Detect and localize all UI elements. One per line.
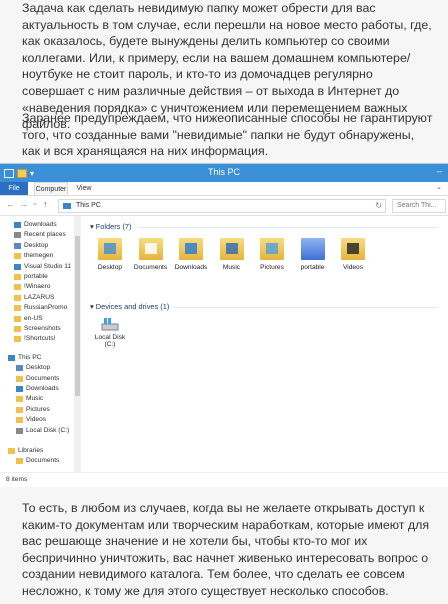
folder-icon: [8, 448, 15, 454]
folder-tile-documents[interactable]: Documents: [131, 238, 171, 278]
ribbon: File Computer View ⌄: [0, 182, 448, 196]
nav-item-label: This PC: [18, 353, 42, 361]
folder-icon: [14, 315, 21, 322]
folder-tile-desktop[interactable]: Desktop: [90, 238, 130, 278]
search-input[interactable]: Search Thi...: [392, 199, 446, 213]
folder-icon: [14, 242, 21, 249]
nav-item-label: themegen: [24, 252, 54, 260]
minimize-button[interactable]: –: [437, 166, 442, 176]
recent-locations-button[interactable]: ⌄: [32, 199, 38, 207]
folder-icon: [14, 253, 21, 260]
documents-folder-icon: [138, 238, 163, 260]
nav-item-label: en-US: [24, 314, 43, 322]
address-field[interactable]: This PC ↻: [58, 199, 386, 213]
folder-tile-portable[interactable]: portable: [293, 238, 333, 278]
folder-icon: [16, 386, 23, 392]
conclusion-paragraph: То есть, в любом из случаев, когда вы не…: [22, 501, 430, 598]
drive-label-line2: (C:): [104, 341, 116, 348]
nav-item-label: Documents: [26, 457, 60, 465]
folder-icon: [16, 427, 23, 434]
tab-file[interactable]: File: [0, 182, 28, 195]
nav-item-label: Visual Studio 11: [24, 262, 72, 270]
folder-icon: [14, 222, 21, 228]
nav-item-label: Downloads: [26, 385, 59, 392]
address-bar-row: ← → ⌄ ↑ This PC ↻ Search Thi...: [0, 196, 448, 216]
hard-drive-icon: [100, 316, 120, 332]
folder-tile-downloads[interactable]: Downloads: [171, 238, 211, 278]
videos-folder-icon: [341, 238, 365, 260]
folder-icon: [14, 305, 21, 312]
nav-item-label: !Shortcuts!: [24, 335, 56, 343]
folder-icon: [14, 274, 21, 280]
this-pc-icon: [63, 203, 71, 209]
refresh-button[interactable]: ↻: [375, 200, 382, 212]
nav-item-label: RussianPromo: [24, 304, 68, 312]
status-bar: 8 items: [0, 472, 448, 487]
nav-item-label: Screenshots: [24, 325, 61, 332]
nav-item-label: Videos: [26, 416, 47, 424]
folder-icon: [14, 326, 21, 332]
nav-item-label: Music: [26, 395, 44, 403]
up-button[interactable]: ↑: [43, 199, 48, 209]
content-area: ▾ Folders (7) ▾ Devices and drives (1) L…: [84, 216, 446, 472]
folder-label: Videos: [342, 264, 364, 271]
devices-divider: [174, 307, 438, 308]
folder-tile-videos[interactable]: Videos: [333, 238, 373, 278]
navigation-pane: Downloads Recent places Desktop themegen Vis…: [0, 216, 82, 472]
folder-icon: [14, 284, 21, 291]
nav-item-label: portable: [24, 273, 48, 280]
devices-section-header[interactable]: ▾ Devices and drives (1): [90, 302, 169, 311]
nav-item-label: !Winaero: [24, 283, 51, 291]
folder-tile-pictures[interactable]: Pictures: [252, 238, 292, 278]
nav-item-label: Pictures: [26, 405, 50, 413]
folder-icon: [16, 396, 23, 403]
explorer-window: ▾ This PC – File Computer View ⌄ ← → ⌄ ↑…: [0, 164, 448, 487]
folder-icon: [16, 365, 23, 372]
folders-header-label: Folders (7): [95, 222, 132, 231]
window-title: This PC: [207, 167, 240, 177]
nav-item-label: LAZARUS: [24, 293, 55, 301]
devices-header-label: Devices and drives (1): [95, 302, 170, 311]
warning-paragraph: Заранее предупреждаем, что нижеописанные…: [22, 111, 433, 159]
folder-icon: [8, 354, 15, 361]
search-placeholder: Search Thi...: [397, 202, 437, 209]
status-text: 8 items: [6, 476, 28, 483]
folder-icon: [14, 294, 21, 301]
folder-icon: [16, 375, 23, 382]
downloads-folder-icon: [179, 238, 203, 260]
pictures-folder-icon: [260, 238, 284, 260]
folders-section-header[interactable]: ▾ Folders (7): [90, 222, 132, 231]
back-button[interactable]: ←: [6, 199, 15, 209]
drive-label-line1: Local Disk: [94, 334, 126, 341]
nav-scrollbar[interactable]: [74, 216, 81, 472]
tab-view[interactable]: View: [72, 182, 96, 195]
address-text: This PC: [76, 202, 101, 209]
nav-item-label: Recent places: [24, 231, 66, 239]
drive-tile[interactable]: Local Disk (C:): [90, 316, 130, 356]
nav-item-label: Documents: [26, 374, 60, 382]
nav-item-label: Local Disk (C:): [26, 426, 70, 434]
nav-item-label: Downloads: [24, 221, 57, 228]
title-bar: ▾ This PC –: [0, 164, 448, 182]
portable-folder-icon: [300, 238, 325, 260]
folders-divider: [138, 227, 438, 228]
tab-computer[interactable]: Computer: [34, 182, 68, 195]
folder-icon: [16, 417, 23, 424]
folder-icon: [14, 232, 21, 239]
forward-button[interactable]: →: [19, 199, 28, 209]
desktop-folder-icon: [98, 238, 122, 260]
nav-scrollbar-thumb[interactable]: [75, 236, 80, 396]
folder-icon: [16, 406, 23, 413]
nav-item-label: Libraries: [18, 447, 44, 454]
folder-icon: [14, 336, 21, 343]
folder-tile-music[interactable]: Music: [212, 238, 252, 278]
nav-item-label: Desktop: [24, 241, 49, 249]
nav-item-label: Desktop: [26, 364, 51, 372]
folder-icon: [14, 263, 21, 270]
music-folder-icon: [219, 238, 244, 260]
ribbon-expand-icon[interactable]: ⌄: [436, 183, 442, 191]
folder-icon: [16, 458, 23, 465]
